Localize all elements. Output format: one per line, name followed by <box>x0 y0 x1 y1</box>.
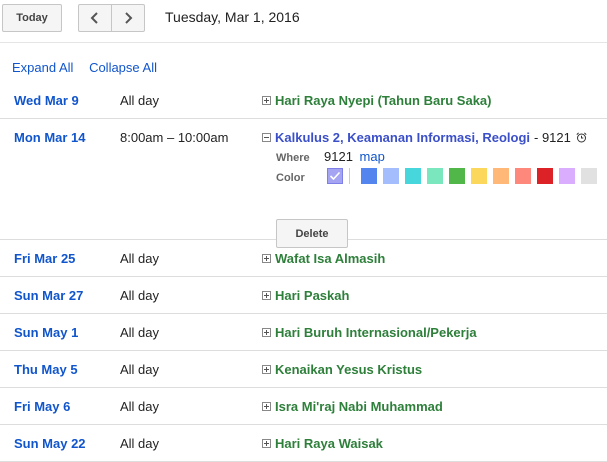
agenda-row[interactable]: Thu May 5 All day Kenaikan Yesus Kristus <box>0 351 607 388</box>
agenda-row[interactable]: Fri May 6 All day Isra Mi'raj Nabi Muham… <box>0 388 607 425</box>
toolbar: Today Tuesday, Mar 1, 2016 <box>0 0 607 43</box>
event-item[interactable]: Hari Raya Nyepi (Tahun Baru Saka) <box>262 93 492 108</box>
expand-icon[interactable] <box>262 291 271 300</box>
event-location-suffix: - 9121 <box>534 130 571 145</box>
collapse-all-link[interactable]: Collapse All <box>89 60 157 75</box>
color-swatch-selected[interactable] <box>327 168 343 184</box>
event-time: All day <box>120 436 160 451</box>
color-swatch[interactable] <box>427 168 443 184</box>
expand-icon[interactable] <box>262 402 271 411</box>
expand-icon[interactable] <box>262 254 271 263</box>
where-value: 9121 map <box>324 149 385 164</box>
color-picker <box>327 168 603 184</box>
event-date: Mon Mar 14 <box>14 130 86 145</box>
event-date: Sun Mar 27 <box>14 288 84 303</box>
expand-icon[interactable] <box>262 328 271 337</box>
event-date: Thu May 5 <box>14 362 78 377</box>
event-time: All day <box>120 399 160 414</box>
checkmark-icon <box>329 171 341 181</box>
event-date: Wed Mar 9 <box>14 93 79 108</box>
agenda-list: Wed Mar 9 All day Hari Raya Nyepi (Tahun… <box>0 82 607 462</box>
event-item[interactable]: Hari Paskah <box>262 288 349 303</box>
color-swatch[interactable] <box>493 168 509 184</box>
color-swatch[interactable] <box>471 168 487 184</box>
event-time: All day <box>120 325 160 340</box>
color-swatch[interactable] <box>537 168 553 184</box>
event-item[interactable]: Wafat Isa Almasih <box>262 251 385 266</box>
event-title[interactable]: Hari Paskah <box>275 288 349 303</box>
expand-icon[interactable] <box>262 365 271 374</box>
where-label: Where <box>276 152 310 164</box>
color-swatch[interactable] <box>383 168 399 184</box>
event-title[interactable]: Hari Buruh Internasional/Pekerja <box>275 325 477 340</box>
color-swatch[interactable] <box>405 168 421 184</box>
color-swatch[interactable] <box>559 168 575 184</box>
expand-all-link[interactable]: Expand All <box>12 60 73 75</box>
event-title[interactable]: Hari Raya Nyepi (Tahun Baru Saka) <box>275 93 492 108</box>
event-title[interactable]: Isra Mi'raj Nabi Muhammad <box>275 399 443 414</box>
collapse-icon[interactable] <box>262 133 271 142</box>
previous-button[interactable] <box>78 4 112 32</box>
agenda-row[interactable]: Sun May 1 All day Hari Buruh Internasion… <box>0 314 607 351</box>
event-item[interactable]: Hari Buruh Internasional/Pekerja <box>262 325 477 340</box>
event-title[interactable]: Kalkulus 2, Keamanan Informasi, Reologi <box>275 130 530 145</box>
event-item[interactable]: Kenaikan Yesus Kristus <box>262 362 422 377</box>
event-date: Sun May 22 <box>14 436 86 451</box>
event-title[interactable]: Wafat Isa Almasih <box>275 251 385 266</box>
event-time: All day <box>120 288 160 303</box>
agenda-row[interactable]: Wed Mar 9 All day Hari Raya Nyepi (Tahun… <box>0 82 607 119</box>
agenda-row[interactable]: Sun May 22 All day Hari Raya Waisak <box>0 425 607 462</box>
chevron-right-icon <box>125 12 133 24</box>
event-time: 8:00am – 10:00am <box>120 130 229 145</box>
event-time: All day <box>120 93 160 108</box>
expand-icon[interactable] <box>262 439 271 448</box>
event-title[interactable]: Kenaikan Yesus Kristus <box>275 362 422 377</box>
agenda-row[interactable]: Fri Mar 25 All day Wafat Isa Almasih <box>0 240 607 277</box>
event-time: All day <box>120 251 160 266</box>
next-button[interactable] <box>111 4 145 32</box>
agenda-row-expanded[interactable]: Mon Mar 14 8:00am – 10:00am Kalkulus 2, … <box>0 119 607 248</box>
where-room: 9121 <box>324 149 353 164</box>
chevron-left-icon <box>90 12 98 24</box>
event-date: Fri May 6 <box>14 399 71 414</box>
event-date: Fri Mar 25 <box>14 251 76 266</box>
alarm-clock-icon <box>576 132 587 143</box>
today-button[interactable]: Today <box>2 4 62 32</box>
event-item[interactable]: Isra Mi'raj Nabi Muhammad <box>262 399 443 414</box>
event-item[interactable]: Kalkulus 2, Keamanan Informasi, Reologi … <box>262 130 587 145</box>
map-link[interactable]: map <box>360 149 385 164</box>
event-title[interactable]: Hari Raya Waisak <box>275 436 383 451</box>
current-date-title: Tuesday, Mar 1, 2016 <box>165 9 300 25</box>
color-swatch[interactable] <box>361 168 377 184</box>
color-swatch[interactable] <box>515 168 531 184</box>
event-item[interactable]: Hari Raya Waisak <box>262 436 383 451</box>
event-time: All day <box>120 362 160 377</box>
color-label: Color <box>276 172 305 184</box>
expand-collapse-controls: Expand All Collapse All <box>12 60 157 75</box>
agenda-row[interactable]: Sun Mar 27 All day Hari Paskah <box>0 277 607 314</box>
color-swatch[interactable] <box>581 168 597 184</box>
color-swatch[interactable] <box>449 168 465 184</box>
swatch-divider <box>349 168 350 184</box>
event-date: Sun May 1 <box>14 325 79 340</box>
expand-icon[interactable] <box>262 96 271 105</box>
